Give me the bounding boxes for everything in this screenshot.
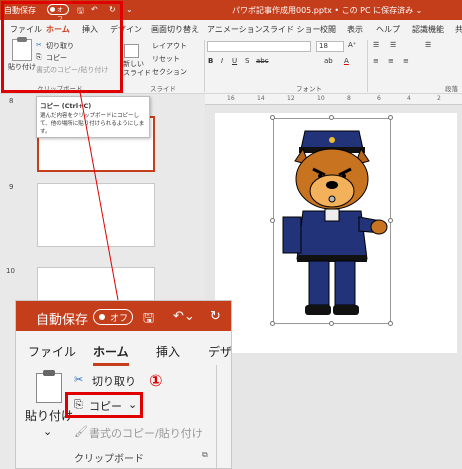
step-marker: ① — [149, 371, 163, 390]
zoom-paste-dropdown-icon[interactable]: ⌄ — [43, 425, 52, 438]
zoom-clipboard-clip — [43, 370, 55, 376]
zoom-tabs: ファイル ホーム 挿入 デザ — [16, 331, 231, 366]
zoom-tab-file[interactable]: ファイル — [28, 343, 76, 360]
zoom-ribbon-body: 貼り付け ⌄ ✂ 切り取り ① ⎘ コピー ⌄ 🖌 書式のコピー/貼り付け クリ… — [16, 365, 231, 468]
zoom-scissors-icon: ✂ — [74, 373, 84, 386]
zoom-redo-icon[interactable]: ↻ — [210, 309, 221, 324]
zoom-autosave-state: オフ — [110, 314, 129, 324]
zoom-copy-dropdown-icon[interactable]: ⌄ — [128, 398, 137, 411]
zoom-format-painter-button[interactable]: 書式のコピー/貼り付け — [89, 425, 203, 441]
zoom-copy-button[interactable]: コピー — [89, 398, 122, 414]
zoom-cut-button[interactable]: 切り取り — [92, 373, 136, 389]
zoom-autosave-label: 自動保存 — [36, 313, 89, 328]
zoom-dialog-launcher-icon[interactable]: ⧉ — [202, 450, 208, 460]
zoom-paste-icon[interactable] — [36, 370, 62, 403]
zoom-tab-insert[interactable]: 挿入 — [156, 343, 180, 360]
zoom-copy-icon: ⎘ — [74, 398, 83, 411]
zoom-autosave-toggle[interactable]: オフ — [93, 309, 133, 325]
zoom-tab-home[interactable]: ホーム — [93, 343, 129, 366]
zoom-undo-icon[interactable]: ↶⌄ — [173, 309, 195, 324]
zoom-title-bar: 自動保存 オフ 🖫 ↶⌄ ↻ — [16, 301, 231, 331]
zoomed-ribbon-inset: 自動保存 オフ 🖫 ↶⌄ ↻ ファイル ホーム 挿入 デザ 貼り付け ⌄ ✂ 切… — [15, 300, 232, 469]
zoom-group-divider — [216, 365, 217, 468]
zoom-save-icon[interactable]: 🖫 — [143, 309, 154, 331]
zoom-tab-design[interactable]: デザ — [208, 343, 231, 360]
zoom-clipboard-group-label: クリップボード — [74, 454, 144, 465]
zoom-toggle-knob — [99, 314, 105, 320]
zoom-format-painter-icon: 🖌 — [74, 425, 88, 438]
